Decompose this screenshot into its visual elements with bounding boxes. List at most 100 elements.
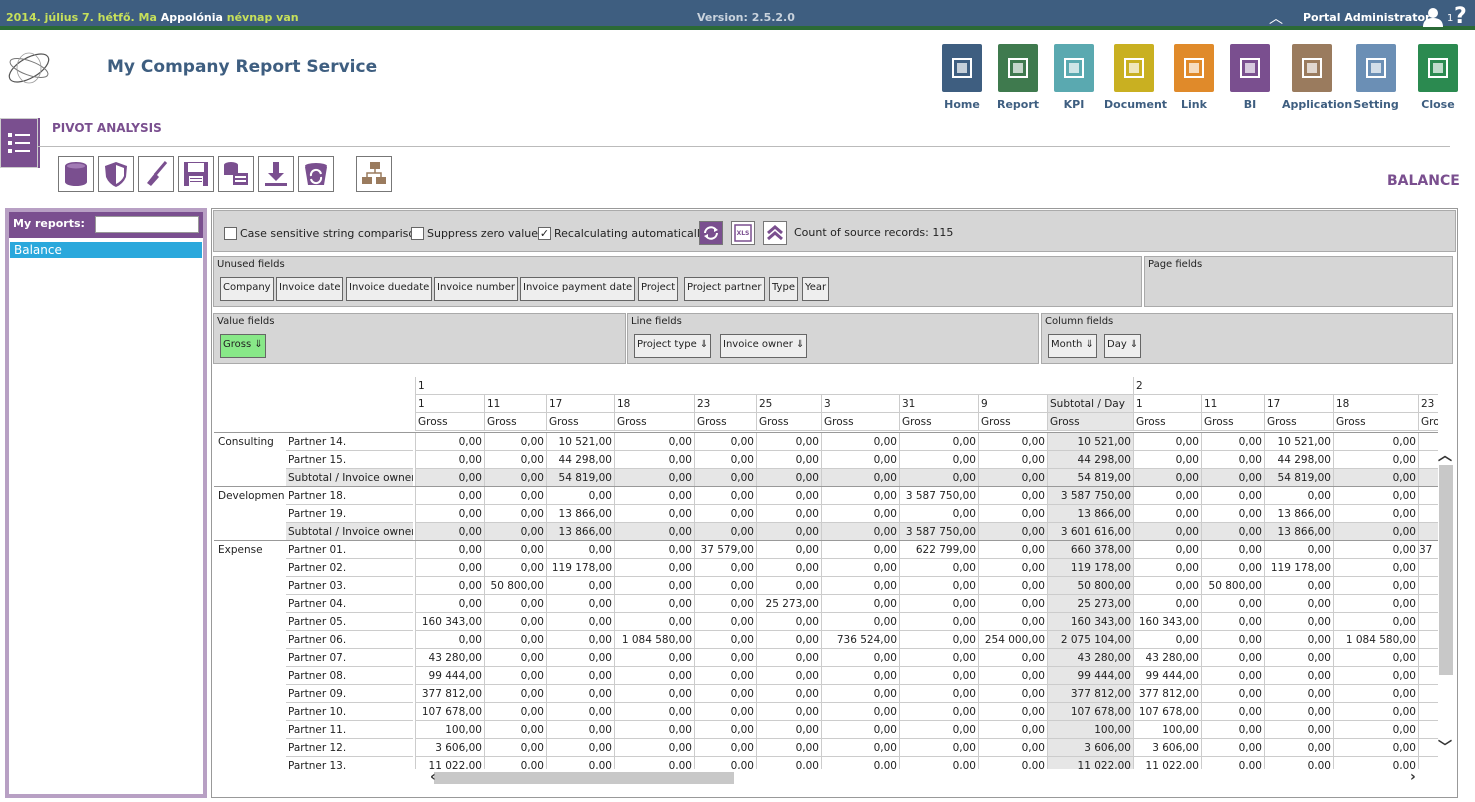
value-cell: 13 866,00 <box>546 505 614 523</box>
value-cell: 0,00 <box>546 721 614 739</box>
value-cell: 0,00 <box>415 631 484 649</box>
day-header: 3 <box>821 395 899 413</box>
my-reports-panel: My reports: Balance <box>5 208 207 798</box>
value-cell: 10 521,00 <box>1047 433 1133 451</box>
value-cell: 3 587 750,00 <box>899 523 978 541</box>
field-project[interactable]: Project <box>638 277 679 301</box>
reports-search-input[interactable] <box>95 216 199 233</box>
value-cell: 0,00 <box>756 739 821 757</box>
save-icon[interactable] <box>178 156 214 192</box>
user-icon[interactable] <box>1422 7 1444 27</box>
nav-link[interactable]: Link <box>1164 44 1224 111</box>
nav-report[interactable]: Report <box>988 44 1048 111</box>
recalculate-icon[interactable] <box>699 221 723 245</box>
report-item-balance[interactable]: Balance <box>10 242 202 258</box>
field-invoice-date[interactable]: Invoice date <box>276 277 344 301</box>
row-label: Partner 07. <box>286 649 413 667</box>
nav-application[interactable]: Application <box>1282 44 1352 111</box>
value-cell: 107 678,00 <box>1133 703 1201 721</box>
database-icon[interactable] <box>58 156 94 192</box>
value-cell: 0,00 <box>756 721 821 739</box>
field-project-partner[interactable]: Project partner <box>684 277 765 301</box>
nav-label: Close <box>1421 98 1455 111</box>
value-cell: 0,00 <box>756 469 821 487</box>
value-cell: 119 178,00 <box>546 559 614 577</box>
broom-icon[interactable] <box>138 156 174 192</box>
report-title: BALANCE <box>1387 173 1460 189</box>
hierarchy-icon[interactable] <box>356 156 392 192</box>
export-db-icon[interactable] <box>218 156 254 192</box>
row-label: Partner 01. <box>286 541 413 559</box>
field-type[interactable]: Type <box>769 277 798 301</box>
value-cell: 0,00 <box>1264 577 1333 595</box>
help-icon[interactable]: ? <box>1454 4 1467 29</box>
value-cell: 0,00 <box>1333 703 1418 721</box>
nav-setting[interactable]: Setting <box>1346 44 1406 111</box>
value-cell: 0,00 <box>821 613 899 631</box>
field-invoice-owner[interactable]: Invoice owner ⇓ <box>720 334 808 358</box>
value-cell: 0,00 <box>899 739 978 757</box>
field-invoice-number[interactable]: Invoice number <box>434 277 518 301</box>
value-cell: 0,00 <box>756 577 821 595</box>
nav-home[interactable]: Home <box>932 44 992 111</box>
value-cell: 0,00 <box>756 487 821 505</box>
value-cell: 0,00 <box>899 703 978 721</box>
value-cell: 0,00 <box>756 433 821 451</box>
field-month[interactable]: Month ⇓ <box>1048 334 1097 358</box>
scroll-down-icon[interactable]: ﹀ <box>1438 737 1452 757</box>
value-cell: 0,00 <box>1333 433 1418 451</box>
value-cell: 0,00 <box>756 667 821 685</box>
scroll-up-icon[interactable]: ︿ <box>1438 445 1452 465</box>
vertical-scroll-thumb[interactable] <box>1439 465 1453 675</box>
report-icon <box>998 44 1038 92</box>
field-day[interactable]: Day ⇓ <box>1104 334 1142 358</box>
refresh-bin-icon[interactable] <box>298 156 334 192</box>
collapse-up-icon[interactable] <box>763 221 787 245</box>
vertical-scrollbar[interactable] <box>1438 447 1454 767</box>
measure-header: Gross <box>756 413 821 431</box>
value-cell: 0,00 <box>614 685 694 703</box>
value-cell: 0,00 <box>694 667 756 685</box>
field-gross[interactable]: Gross ⇓ <box>220 334 266 358</box>
value-cell: 54 819,00 <box>1047 469 1133 487</box>
field-project-type[interactable]: Project type ⇓ <box>634 334 712 358</box>
value-cell: 0,00 <box>899 433 978 451</box>
nav-close[interactable]: Close <box>1408 44 1468 111</box>
collapse-chevron-icon[interactable]: ︿ <box>1269 8 1283 28</box>
value-cell: 0,00 <box>1133 541 1201 559</box>
horizontal-scroll-thumb[interactable] <box>434 772 734 784</box>
value-cell: 0,00 <box>546 631 614 649</box>
horizontal-scrollbar[interactable] <box>414 769 1438 787</box>
value-cell: 0,00 <box>484 451 546 469</box>
nav-kpi[interactable]: KPI <box>1044 44 1104 111</box>
recalc-checkbox[interactable]: ✓ Recalculating automatically <box>538 227 706 240</box>
suppress-zero-checkbox[interactable]: Suppress zero values <box>411 227 544 240</box>
field-invoice-duedate[interactable]: Invoice duedate <box>346 277 433 301</box>
value-cell: 0,00 <box>694 631 756 649</box>
value-cell: 44 298,00 <box>546 451 614 469</box>
field-invoice-payment-date[interactable]: Invoice payment date <box>520 277 636 301</box>
value-cell: 50 800,00 <box>1201 577 1264 595</box>
xls-export-icon[interactable]: XLS <box>731 221 755 245</box>
case-sensitive-checkbox[interactable]: Case sensitive string comparison <box>224 227 422 240</box>
value-cell: 0,00 <box>1264 631 1333 649</box>
nav-document[interactable]: Document <box>1104 44 1167 111</box>
value-cell: 0,00 <box>1133 505 1201 523</box>
value-cell: 0,00 <box>1133 523 1201 541</box>
field-year[interactable]: Year <box>802 277 830 301</box>
value-cell: 377 812,00 <box>1047 685 1133 703</box>
day-header: 25 <box>756 395 821 413</box>
value-cell: 0,00 <box>694 487 756 505</box>
download-icon[interactable] <box>258 156 294 192</box>
scroll-left-icon[interactable]: ‹ <box>430 769 436 785</box>
nav-bi[interactable]: BI <box>1220 44 1280 111</box>
scroll-right-icon[interactable]: › <box>1410 769 1416 785</box>
shield-icon[interactable] <box>98 156 134 192</box>
field-company[interactable]: Company <box>220 277 274 301</box>
value-cell: 736 524,00 <box>821 631 899 649</box>
user-name[interactable]: Portal Administrator <box>1303 11 1430 24</box>
value-cell <box>1418 487 1438 505</box>
row-label: Partner 05. <box>286 613 413 631</box>
day-header: 17 <box>1264 395 1333 413</box>
value-cell <box>1418 451 1438 469</box>
